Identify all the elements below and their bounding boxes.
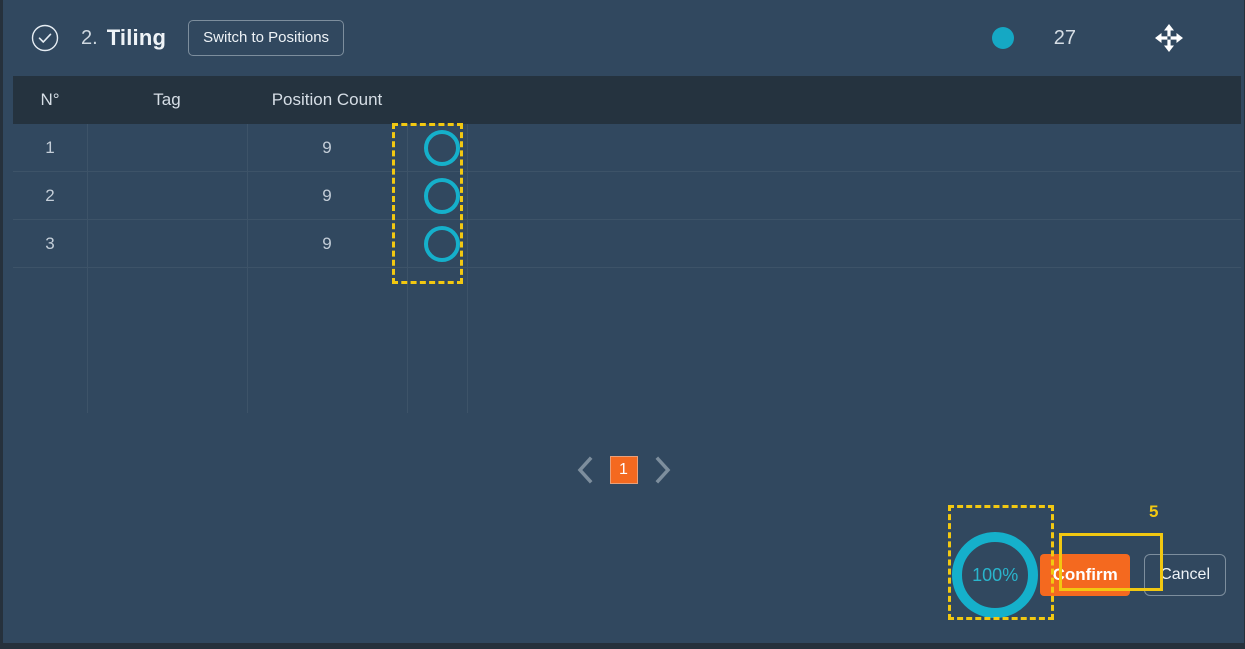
cancel-button[interactable]: Cancel — [1144, 554, 1226, 596]
table-row[interactable]: 1 9 — [13, 124, 1241, 172]
table-body-area: 1 9 2 9 3 9 — [13, 123, 1241, 413]
page-title: Tiling — [106, 25, 167, 50]
table-row[interactable]: 3 9 — [13, 220, 1241, 268]
circle-outline-icon[interactable] — [422, 128, 462, 168]
circle-outline-icon[interactable] — [422, 224, 462, 264]
step-number: 2. — [81, 26, 98, 49]
chevron-right-icon[interactable] — [652, 455, 674, 485]
column-header-no: N° — [40, 90, 60, 109]
progress-ring: 100% — [950, 530, 1040, 620]
tiling-screen: 2. Tiling Switch to Positions 27 N° Tag … — [0, 0, 1245, 649]
cell-position-count: 9 — [322, 137, 332, 157]
table-header-row: N° Tag Position Count — [13, 76, 1241, 124]
switch-to-positions-button[interactable]: Switch to Positions — [188, 20, 345, 56]
chevron-left-icon[interactable] — [574, 455, 596, 485]
cell-no: 2 — [45, 185, 55, 205]
pagination-page-1[interactable]: 1 — [609, 456, 638, 484]
status-dot-icon — [991, 27, 1014, 49]
header-status-group: 27 — [991, 0, 1244, 76]
tiling-table: N° Tag Position Count 1 9 2 9 3 9 — [13, 76, 1241, 413]
table-row[interactable]: 2 9 — [13, 172, 1241, 220]
confirm-button[interactable]: Confirm — [1040, 554, 1131, 596]
check-circle-icon — [31, 24, 59, 52]
header-bar: 2. Tiling Switch to Positions 27 — [3, 0, 1244, 76]
move-arrows-icon[interactable] — [1076, 23, 1244, 53]
cell-position-count: 9 — [322, 185, 332, 205]
column-header-position-count: Position Count — [271, 90, 383, 109]
footer-actions: 100% Confirm Cancel — [950, 530, 1226, 620]
annotation-step-number: 5 — [1149, 502, 1159, 521]
cell-mark[interactable] — [407, 224, 477, 264]
cell-position-count: 9 — [322, 233, 332, 253]
progress-percent-label: 100% — [972, 564, 1019, 585]
cell-no: 1 — [45, 137, 55, 157]
pagination: 1 — [3, 455, 1244, 485]
table-rows: 1 9 2 9 3 9 — [13, 124, 1241, 268]
cell-no: 3 — [45, 233, 55, 253]
circle-outline-icon[interactable] — [422, 176, 462, 216]
cell-mark[interactable] — [407, 176, 477, 216]
cell-mark[interactable] — [407, 128, 477, 168]
status-count: 27 — [1053, 26, 1076, 49]
column-header-tag: Tag — [153, 90, 181, 109]
